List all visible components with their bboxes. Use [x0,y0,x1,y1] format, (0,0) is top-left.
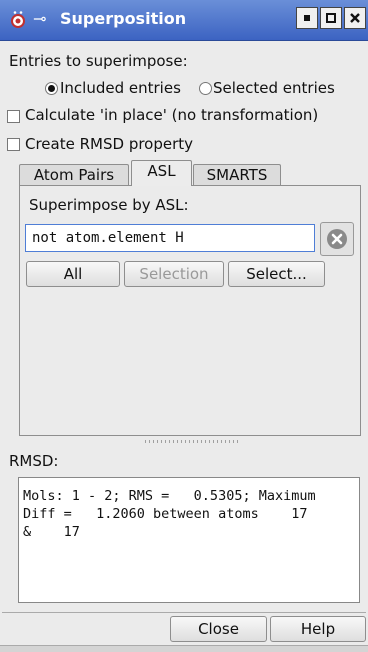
asl-input[interactable] [25,224,315,252]
clear-icon [327,229,347,249]
rmsd-output[interactable]: Mols: 1 - 2; RMS = 0.5305; Maximum Diff … [18,477,360,603]
close-icon [350,13,360,23]
asl-tab-panel [19,185,361,436]
separator [2,612,366,613]
included-entries-label[interactable]: Included entries [60,79,181,97]
create-rmsd-property-checkbox[interactable] [7,138,20,151]
maximize-button[interactable] [320,7,342,29]
selection-button[interactable]: Selection [124,261,224,287]
entries-label: Entries to superimpose: [9,52,188,70]
calculate-in-place-label[interactable]: Calculate 'in place' (no transformation) [25,106,318,124]
superposition-window: ⊸ Superposition Entries to superimpose: … [0,0,368,652]
select-button[interactable]: Select... [228,261,325,287]
app-icon[interactable] [10,10,26,28]
selected-entries-label[interactable]: Selected entries [213,79,335,97]
rmsd-label: RMSD: [9,452,59,470]
minimize-icon [304,15,310,21]
tab-smarts[interactable]: SMARTS [193,164,281,186]
calculate-in-place-checkbox[interactable] [7,110,20,123]
all-button[interactable]: All [26,261,120,287]
asl-heading: Superimpose by ASL: [29,196,189,214]
splitter-handle[interactable] [145,440,240,443]
close-window-button[interactable] [344,7,366,29]
included-entries-radio[interactable] [45,82,58,95]
tab-asl[interactable]: ASL [131,160,192,186]
tab-atom-pairs[interactable]: Atom Pairs [19,164,129,186]
close-button[interactable]: Close [170,616,267,642]
maximize-icon [326,13,336,23]
pin-icon[interactable]: ⊸ [33,9,46,28]
selected-entries-radio[interactable] [199,82,212,95]
create-rmsd-property-label[interactable]: Create RMSD property [25,135,193,153]
window-title: Superposition [60,9,187,28]
help-button[interactable]: Help [270,616,366,642]
title-bar[interactable]: ⊸ Superposition [0,0,368,41]
clear-asl-button[interactable] [320,222,354,256]
minimize-button[interactable] [296,7,318,29]
